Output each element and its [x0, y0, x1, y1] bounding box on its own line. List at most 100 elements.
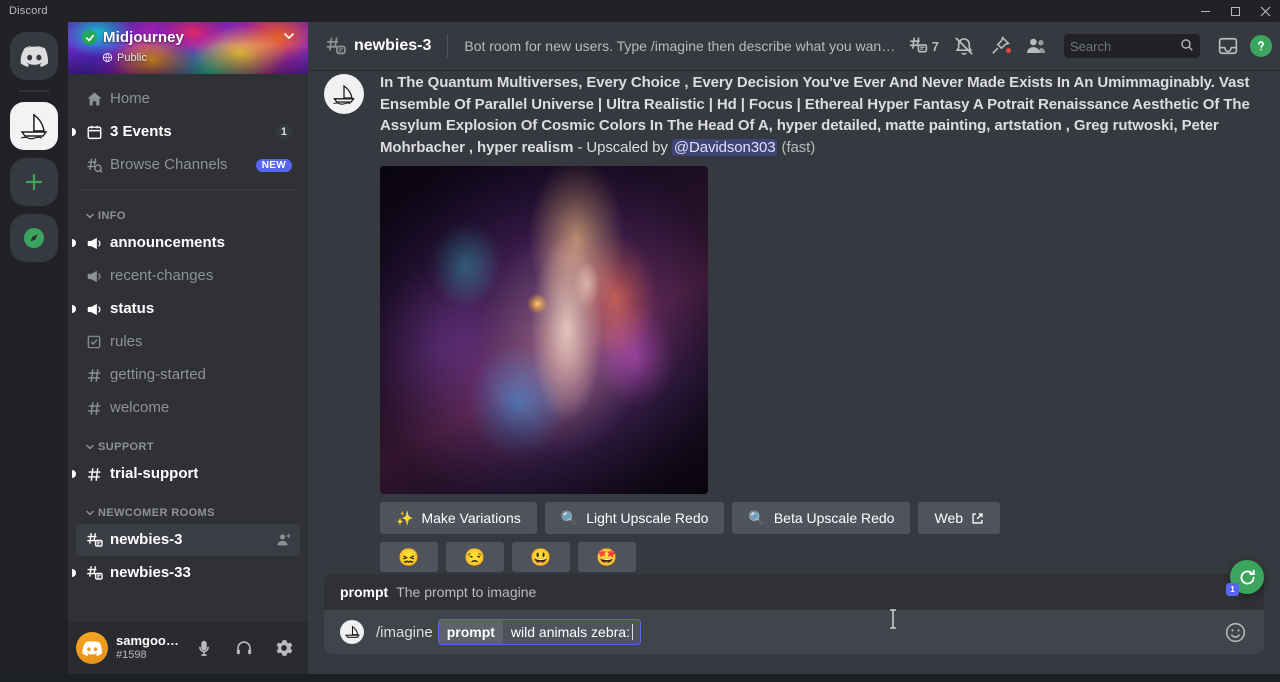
sidebar-item-newbies-33[interactable]: newbies-33	[72, 557, 300, 589]
web-button[interactable]: Web	[918, 502, 1001, 534]
light-upscale-redo-button[interactable]: 🔍 Light Upscale Redo	[544, 502, 725, 534]
command-argument-pill[interactable]: prompt wild animals zebra:	[437, 619, 641, 645]
category-label: INFO	[98, 210, 126, 222]
inbox-button[interactable]	[1214, 35, 1242, 57]
upscaled-by-label: Upscaled by	[586, 138, 668, 156]
unamused-face-reaction[interactable]: 😒	[446, 542, 504, 572]
minimize-button[interactable]	[1190, 0, 1220, 22]
threads-button[interactable]: 7	[904, 35, 942, 57]
external-link-icon	[971, 512, 984, 525]
discord-home-button[interactable]	[10, 32, 58, 80]
sidebar-item-label: welcome	[110, 399, 170, 416]
search-input[interactable]: Search	[1064, 34, 1200, 58]
chevron-down-icon	[86, 213, 94, 219]
button-label: Web	[934, 510, 964, 526]
member-list-button[interactable]	[1022, 35, 1050, 57]
add-server-button[interactable]	[10, 158, 58, 206]
sidebar-item-label: trial-support	[110, 465, 199, 482]
unread-indicator	[72, 569, 76, 577]
user-discriminator: #1598	[116, 649, 147, 662]
header-divider	[447, 34, 449, 58]
notifications-button[interactable]	[950, 35, 978, 57]
maximize-button[interactable]	[1220, 0, 1250, 22]
unread-indicator	[72, 239, 76, 247]
server-header[interactable]: Midjourney Public	[68, 22, 308, 74]
server-icon-midjourney[interactable]	[10, 102, 58, 150]
sidebar-item-getting-started[interactable]: getting-started	[76, 359, 300, 391]
sidebar-item-events[interactable]: 3 Events 1	[72, 116, 300, 148]
category-support[interactable]: SUPPORT	[76, 425, 300, 457]
generated-image[interactable]	[380, 166, 708, 494]
sidebar-item-recent-changes[interactable]: recent-changes	[76, 260, 300, 292]
refresh-button[interactable]: 1	[1226, 560, 1264, 596]
category-info[interactable]: INFO	[76, 194, 300, 226]
user-mention[interactable]: @Davidson303	[671, 138, 778, 156]
sidebar-item-newbies-3[interactable]: newbies-3	[76, 524, 300, 556]
message-list: In The Quantum Multiverses, Every Choice…	[308, 70, 1280, 574]
username: samgoodw...	[116, 634, 180, 649]
forum-hash-icon	[324, 35, 346, 57]
confounded-face-reaction[interactable]: 😖	[380, 542, 438, 572]
page-title: newbies-3	[354, 37, 432, 54]
command-option-description: The prompt to imagine	[396, 584, 537, 600]
invite-member-icon[interactable]	[276, 532, 292, 548]
unread-indicator	[72, 128, 76, 136]
argument-key: prompt	[438, 620, 503, 644]
sparkles-icon: ✨	[396, 509, 414, 526]
discord-logo-icon	[10, 32, 58, 80]
beta-upscale-redo-button[interactable]: 🔍 Beta Upscale Redo	[732, 502, 911, 534]
close-button[interactable]	[1250, 0, 1280, 22]
search-icon	[1180, 38, 1194, 55]
sidebar-item-label: announcements	[110, 234, 226, 251]
make-variations-button[interactable]: ✨ Make Variations	[380, 502, 537, 534]
star-struck-face-reaction[interactable]: 🤩	[578, 542, 636, 572]
command-option-name: prompt	[340, 584, 389, 600]
home-icon	[84, 89, 104, 109]
avatar[interactable]	[324, 74, 364, 114]
sidebar-item-trial-support[interactable]: trial-support	[72, 458, 300, 490]
deafen-button[interactable]	[228, 632, 260, 664]
composer-area: 1 prompt The prompt to imagine /imagine	[308, 560, 1280, 674]
plus-icon	[10, 158, 58, 206]
threads-count: 7	[931, 38, 939, 54]
new-badge: NEW	[255, 158, 292, 172]
explore-servers-button[interactable]	[10, 214, 58, 262]
sidebar-item-announcements[interactable]: announcements	[72, 227, 300, 259]
sidebar-item-label: newbies-3	[110, 531, 183, 548]
sidebar-item-label: getting-started	[110, 366, 206, 383]
button-label: Beta Upscale Redo	[773, 510, 895, 526]
message-content: In The Quantum Multiverses, Every Choice…	[380, 72, 1264, 158]
message-body: In The Quantum Multiverses, Every Choice…	[380, 72, 1264, 572]
window-bottom-strip	[0, 674, 1280, 682]
chevron-down-icon[interactable]	[282, 29, 296, 46]
window-controls	[1190, 0, 1280, 22]
avatar[interactable]	[76, 632, 108, 664]
sidebar-item-label: status	[110, 300, 155, 317]
message-input[interactable]: /imagine prompt wild animals zebra:	[324, 610, 1264, 654]
grinning-face-reaction[interactable]: 😃	[512, 542, 570, 572]
message-action-buttons: ✨ Make Variations 🔍 Light Upscale Redo 🔍…	[380, 502, 1264, 534]
hash-icon	[84, 398, 104, 418]
forum-icon	[84, 530, 104, 550]
sidebar-item-label: Home	[110, 90, 151, 107]
user-info[interactable]: samgoodw... #1598	[116, 634, 180, 662]
sidebar-item-welcome[interactable]: welcome	[76, 392, 300, 424]
midjourney-bot-avatar	[340, 620, 364, 644]
message: In The Quantum Multiverses, Every Choice…	[308, 70, 1280, 572]
sidebar-item-home[interactable]: Home	[76, 83, 300, 115]
sidebar-item-rules[interactable]: rules	[76, 326, 300, 358]
button-label: Light Upscale Redo	[586, 510, 709, 526]
sidebar-item-label: newbies-33	[110, 564, 191, 581]
slash-command-name: /imagine	[376, 623, 433, 641]
category-newcomer-rooms[interactable]: NEWCOMER ROOMS	[76, 491, 300, 523]
sidebar-item-status[interactable]: status	[72, 293, 300, 325]
sidebar-item-browse-channels[interactable]: Browse Channels NEW	[76, 149, 300, 181]
user-settings-button[interactable]	[268, 632, 300, 664]
pinned-messages-button[interactable]	[986, 35, 1014, 57]
emoji-picker-button[interactable]	[1222, 619, 1248, 645]
magnifier-icon: 🔍	[560, 509, 579, 526]
help-button[interactable]	[1250, 35, 1272, 57]
mute-button[interactable]	[188, 632, 220, 664]
compass-icon	[10, 214, 58, 262]
rail-divider	[18, 90, 50, 92]
